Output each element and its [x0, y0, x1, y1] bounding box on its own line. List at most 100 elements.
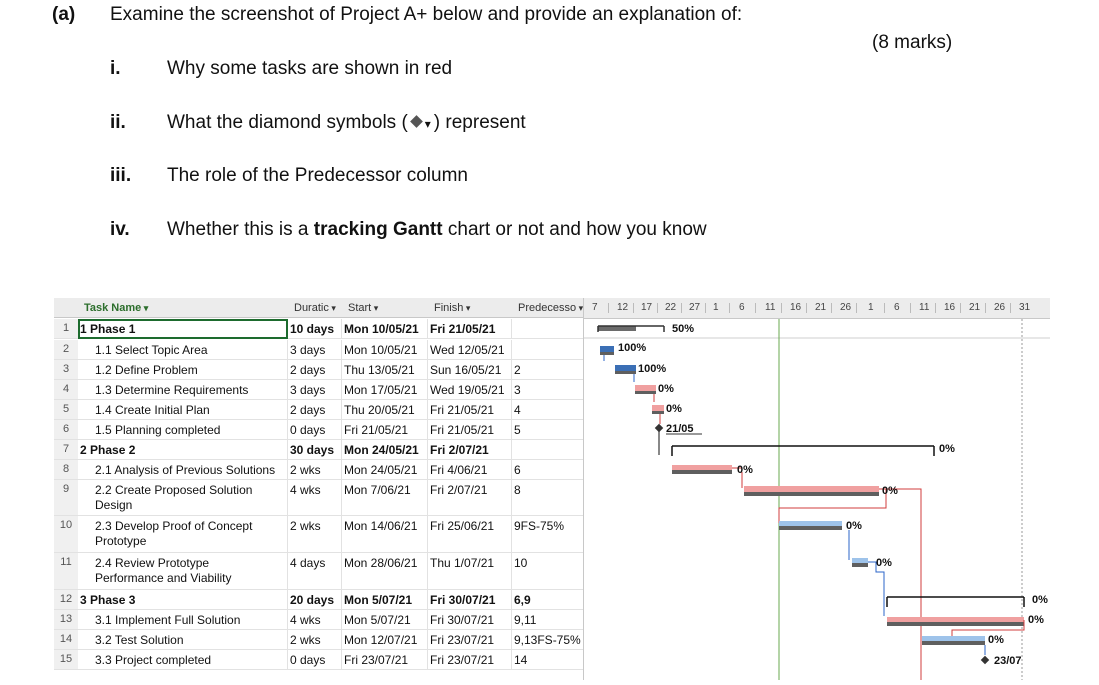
table-cell-dur[interactable]: 2 wks: [288, 460, 342, 480]
table-cell-pred[interactable]: [512, 340, 584, 360]
table-cell-start[interactable]: Mon 7/06/21: [342, 480, 428, 516]
table-cell-start[interactable]: Mon 12/07/21: [342, 630, 428, 650]
column-header-start[interactable]: Start ▾: [342, 298, 428, 318]
table-cell-pred[interactable]: 8: [512, 480, 584, 516]
table-cell-start[interactable]: Mon 10/05/21: [342, 340, 428, 360]
cell-text: Fri 30/07/21: [430, 593, 496, 607]
table-cell-dur[interactable]: 10 days: [288, 319, 342, 339]
table-cell-pred[interactable]: 14: [512, 650, 584, 670]
table-cell-pred[interactable]: 5: [512, 420, 584, 440]
chevron-down-icon[interactable]: ▾: [371, 303, 379, 313]
table-cell-pred[interactable]: 9,13FS-75%: [512, 630, 584, 650]
chevron-down-icon[interactable]: ▾: [141, 303, 149, 313]
table-cell-name[interactable]: 2.3 Develop Proof of Concept Prototype: [78, 516, 288, 553]
table-cell-finish[interactable]: Fri 21/05/21: [428, 319, 512, 339]
table-cell-finish[interactable]: Thu 1/07/21: [428, 553, 512, 590]
table-cell-pred[interactable]: [512, 440, 584, 460]
table-cell-dur[interactable]: 0 days: [288, 650, 342, 670]
table-cell-finish[interactable]: Fri 2/07/21: [428, 440, 512, 460]
row-number[interactable]: 5: [54, 400, 78, 420]
row-number[interactable]: 1: [54, 319, 78, 339]
table-cell-pred[interactable]: 4: [512, 400, 584, 420]
table-cell-name[interactable]: 3.1 Implement Full Solution: [78, 610, 288, 630]
row-number[interactable]: 7: [54, 440, 78, 460]
table-cell-dur[interactable]: 2 days: [288, 360, 342, 380]
table-cell-name[interactable]: 2.1 Analysis of Previous Solutions: [78, 460, 288, 480]
table-cell-finish[interactable]: Fri 4/06/21: [428, 460, 512, 480]
table-cell-name[interactable]: 2.4 Review Prototype Performance and Viab…: [78, 553, 288, 590]
row-number[interactable]: 8: [54, 460, 78, 480]
row-number[interactable]: 15: [54, 650, 78, 670]
table-cell-name[interactable]: 1 Phase 1: [78, 319, 288, 339]
table-cell-start[interactable]: Fri 23/07/21: [342, 650, 428, 670]
row-number[interactable]: 12: [54, 590, 78, 610]
row-number[interactable]: 2: [54, 340, 78, 360]
table-cell-start[interactable]: Mon 28/06/21: [342, 553, 428, 590]
table-cell-dur[interactable]: 20 days: [288, 590, 342, 610]
table-cell-pred[interactable]: 10: [512, 553, 584, 590]
table-cell-dur[interactable]: 2 wks: [288, 516, 342, 553]
table-cell-dur[interactable]: 4 wks: [288, 610, 342, 630]
table-cell-start[interactable]: Mon 5/07/21: [342, 610, 428, 630]
table-cell-name[interactable]: 1.5 Planning completed: [78, 420, 288, 440]
table-cell-dur[interactable]: 4 wks: [288, 480, 342, 516]
row-number[interactable]: 9: [54, 480, 78, 516]
table-cell-name[interactable]: 1.1 Select Topic Area: [78, 340, 288, 360]
column-header-name[interactable]: Task Name ▾: [78, 298, 288, 318]
table-cell-dur[interactable]: 3 days: [288, 380, 342, 400]
table-cell-name[interactable]: 2.2 Create Proposed Solution Design: [78, 480, 288, 516]
table-cell-name[interactable]: 3 Phase 3: [78, 590, 288, 610]
table-cell-dur[interactable]: 3 days: [288, 340, 342, 360]
column-header-finish[interactable]: Finish ▾: [428, 298, 512, 318]
table-cell-pred[interactable]: 9,11: [512, 610, 584, 630]
table-cell-start[interactable]: Mon 24/05/21: [342, 440, 428, 460]
row-number[interactable]: 14: [54, 630, 78, 650]
table-cell-pred[interactable]: [512, 319, 584, 339]
table-cell-start[interactable]: Fri 21/05/21: [342, 420, 428, 440]
table-cell-finish[interactable]: Fri 23/07/21: [428, 650, 512, 670]
chevron-down-icon[interactable]: ▾: [463, 303, 471, 313]
table-cell-start[interactable]: Thu 20/05/21: [342, 400, 428, 420]
table-cell-dur[interactable]: 4 days: [288, 553, 342, 590]
table-cell-name[interactable]: 1.4 Create Initial Plan: [78, 400, 288, 420]
table-cell-dur[interactable]: 0 days: [288, 420, 342, 440]
table-cell-start[interactable]: Mon 17/05/21: [342, 380, 428, 400]
table-cell-name[interactable]: 1.3 Determine Requirements: [78, 380, 288, 400]
chevron-down-icon[interactable]: ▾: [329, 303, 336, 313]
table-cell-finish[interactable]: Fri 2/07/21: [428, 480, 512, 516]
row-number[interactable]: 13: [54, 610, 78, 630]
row-number[interactable]: 10: [54, 516, 78, 553]
table-cell-name[interactable]: 2 Phase 2: [78, 440, 288, 460]
table-cell-pred[interactable]: 2: [512, 360, 584, 380]
table-cell-start[interactable]: Mon 5/07/21: [342, 590, 428, 610]
row-number[interactable]: 4: [54, 380, 78, 400]
table-cell-start[interactable]: Mon 24/05/21: [342, 460, 428, 480]
table-cell-finish[interactable]: Fri 21/05/21: [428, 400, 512, 420]
table-cell-pred[interactable]: 6: [512, 460, 584, 480]
table-cell-dur[interactable]: 2 wks: [288, 630, 342, 650]
row-number[interactable]: 11: [54, 553, 78, 590]
row-number[interactable]: 3: [54, 360, 78, 380]
table-cell-start[interactable]: Thu 13/05/21: [342, 360, 428, 380]
table-cell-finish[interactable]: Fri 25/06/21: [428, 516, 512, 553]
row-number[interactable]: 6: [54, 420, 78, 440]
table-cell-name[interactable]: 3.2 Test Solution: [78, 630, 288, 650]
table-cell-finish[interactable]: Fri 30/07/21: [428, 610, 512, 630]
table-cell-name[interactable]: 1.2 Define Problem: [78, 360, 288, 380]
table-cell-start[interactable]: Mon 10/05/21: [342, 319, 428, 339]
table-cell-finish[interactable]: Fri 30/07/21: [428, 590, 512, 610]
table-cell-finish[interactable]: Fri 21/05/21: [428, 420, 512, 440]
table-cell-name[interactable]: 3.3 Project completed: [78, 650, 288, 670]
table-cell-finish[interactable]: Wed 12/05/21: [428, 340, 512, 360]
table-cell-finish[interactable]: Wed 19/05/21: [428, 380, 512, 400]
table-cell-dur[interactable]: 2 days: [288, 400, 342, 420]
column-header-dur[interactable]: Duratic ▾: [288, 298, 342, 318]
table-cell-pred[interactable]: 3: [512, 380, 584, 400]
table-cell-dur[interactable]: 30 days: [288, 440, 342, 460]
table-cell-finish[interactable]: Fri 23/07/21: [428, 630, 512, 650]
table-cell-pred[interactable]: 9FS-75%: [512, 516, 584, 553]
table-cell-start[interactable]: Mon 14/06/21: [342, 516, 428, 553]
column-header-pred[interactable]: Predecesso ▾: [512, 298, 584, 318]
table-cell-pred[interactable]: 6,9: [512, 590, 584, 610]
table-cell-finish[interactable]: Sun 16/05/21: [428, 360, 512, 380]
